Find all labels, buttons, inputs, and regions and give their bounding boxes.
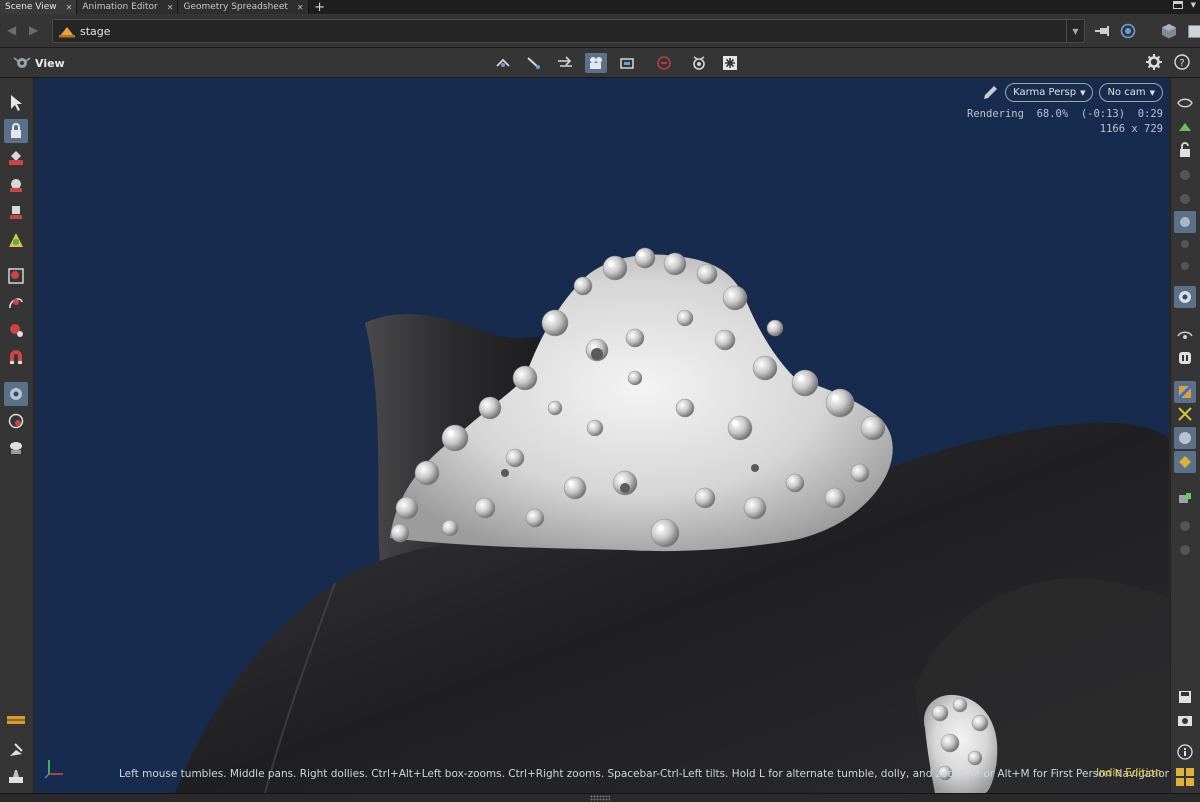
pin-icon[interactable] [1174,256,1196,278]
camera-label: No cam [1107,87,1146,98]
grid-icon[interactable] [1174,766,1196,788]
tab-label: Animation Editor [82,2,158,12]
rotate-icon[interactable] [4,173,28,197]
resolution-text: 1166 x 729 [1099,123,1163,135]
navigation-hint: Left mouse tumbles. Middle pans. Right d… [119,768,1169,780]
bottom-bar [0,793,1200,802]
dot-icon[interactable] [1174,515,1196,537]
save-icon[interactable] [1174,686,1196,708]
dolly-tool-icon[interactable] [554,53,576,73]
tumble-tool-icon[interactable] [492,53,514,73]
move-icon[interactable] [4,146,28,170]
chevron-down-icon: ▼ [1149,88,1155,97]
timeline-icon[interactable] [4,708,28,732]
viewer-menu-icon[interactable] [13,55,31,71]
maximize-pane-icon[interactable] [1188,24,1200,38]
camera-menu[interactable]: No cam ▼ [1099,83,1163,102]
light-settings-icon[interactable] [688,53,710,73]
tab-label: Scene View [5,2,57,12]
scene-viewport[interactable]: Karma Persp ▼ No cam ▼ Rendering 68.0% (… [35,78,1169,793]
render-camera-icon[interactable] [585,53,607,73]
camera-lock-icon[interactable] [1174,164,1196,186]
renderer-label: Karma Persp [1013,87,1077,98]
render-progress-text: Rendering 68.0% (-0:13) 0:29 [967,108,1163,120]
render-status: Rendering 68.0% (-0:13) 0:29 1166 x 729 [967,107,1163,137]
dot-icon[interactable] [1174,188,1196,210]
forward-arrow-icon[interactable]: ▶ [29,23,38,37]
stop-render-icon[interactable] [653,53,675,73]
sphere-icon[interactable] [1174,427,1196,449]
add-tab-button[interactable]: + [312,0,328,15]
chevron-down-icon: ▼ [1080,88,1086,97]
vis-icon[interactable] [1174,286,1196,308]
link-icon[interactable] [1120,23,1136,39]
resize-grip-icon[interactable] [590,795,610,801]
tab-animation-editor[interactable]: Animation Editor ✕ [77,0,179,14]
layout-icon[interactable] [1174,488,1196,510]
eye-icon[interactable] [1174,710,1196,732]
lasso-icon[interactable] [4,291,28,315]
gear-icon[interactable] [1146,54,1162,70]
axis-gizmo-icon [44,760,63,779]
close-icon[interactable]: ✕ [167,3,174,12]
tab-scene-view[interactable]: Scene View ✕ [0,0,78,14]
brush-icon[interactable] [4,738,28,762]
cube-icon[interactable] [1160,22,1178,40]
geo-icon[interactable] [1174,211,1196,233]
snapshot-icon[interactable] [616,53,638,73]
viewer-toolbar: View ? [0,48,1200,78]
left-toolbar [0,78,34,793]
dot-icon[interactable] [1174,539,1196,561]
magnet-icon[interactable] [4,345,28,369]
view-lock-icon[interactable] [4,119,28,143]
close-icon[interactable]: ✕ [297,3,304,12]
pause-icon[interactable] [1174,347,1196,369]
pin-icon[interactable] [1094,24,1110,38]
pane-layout-icon[interactable] [1172,1,1183,9]
snap-icon[interactable] [4,382,28,406]
handle-icon[interactable] [4,228,28,252]
texture-icon[interactable] [1174,403,1196,425]
network-path-field[interactable]: stage ▼ [52,19,1085,43]
scale-icon[interactable] [4,200,28,224]
lock-icon[interactable] [1174,139,1196,161]
shading-icon[interactable] [1174,381,1196,403]
path-value: stage [80,25,111,38]
vertex-icon[interactable] [1174,451,1196,473]
tab-geometry-spreadsheet[interactable]: Geometry Spreadsheet ✕ [178,0,309,14]
path-dropdown-button[interactable]: ▼ [1066,20,1084,42]
svg-text:?: ? [1179,58,1184,69]
right-toolbar [1170,78,1200,793]
box-select-icon[interactable] [4,264,28,288]
eye-icon[interactable] [1174,325,1196,347]
display-icon[interactable] [1174,92,1196,114]
edition-label: Indie Edition [1096,767,1162,779]
chevron-down-icon[interactable]: ▼ [1191,1,1196,9]
stage-icon [59,27,75,38]
paint-icon[interactable] [4,318,28,342]
light-link-icon[interactable] [1174,234,1196,256]
info-icon[interactable] [1174,741,1196,763]
tab-bar: Scene View ✕ Animation Editor ✕ Geometry… [0,0,1200,15]
light-icon[interactable] [4,436,28,460]
path-bar: ◀ ▶ stage ▼ [0,14,1200,48]
render-settings-icon[interactable] [719,53,741,73]
select-icon[interactable] [4,91,28,115]
back-arrow-icon[interactable]: ◀ [7,23,16,37]
renderer-menu[interactable]: Karma Persp ▼ [1005,83,1094,102]
render-image [175,247,1169,793]
viewer-label: View [35,57,65,70]
stamp-icon[interactable] [4,764,28,788]
ghost-icon[interactable] [1174,116,1196,138]
close-icon[interactable]: ✕ [66,3,73,12]
help-icon[interactable]: ? [1174,54,1190,70]
pan-tool-icon[interactable] [523,53,545,73]
tab-label: Geometry Spreadsheet [183,2,288,12]
pencil-icon[interactable] [981,84,999,102]
pose-icon[interactable] [4,409,28,433]
